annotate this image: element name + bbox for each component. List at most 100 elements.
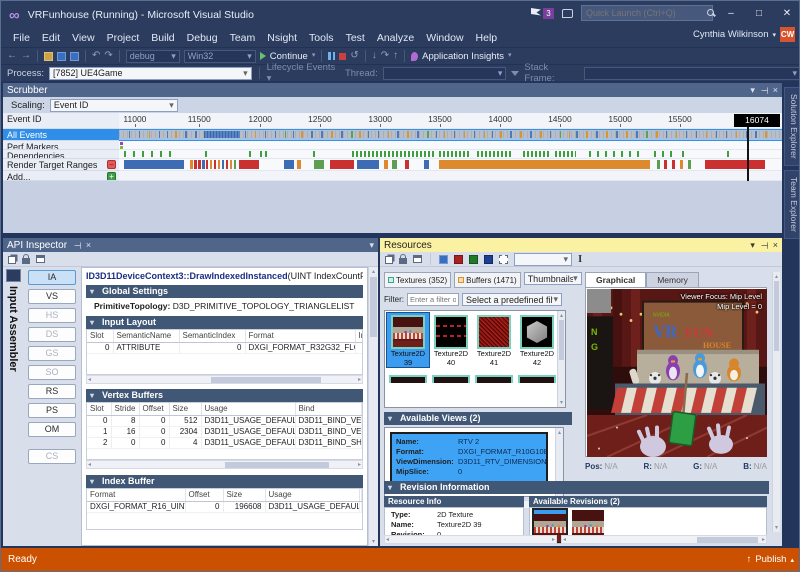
- list-vertical-scrollbar[interactable]: ▴▾: [557, 311, 565, 407]
- buffers-toggle-button[interactable]: Buffers (1471): [454, 272, 521, 288]
- texture-thumbnail-40[interactable]: Texture2D40: [430, 313, 472, 367]
- continue-button[interactable]: Continue: [270, 51, 308, 62]
- close-icon[interactable]: ×: [86, 240, 91, 251]
- vertex-buffers-table[interactable]: SlotStrideOffsetSizeUsageBind080512D3D11…: [87, 403, 362, 449]
- notifications-flag-icon[interactable]: [531, 8, 541, 18]
- user-area[interactable]: Cynthia Wilkinson ▾ CW: [693, 27, 795, 42]
- lock-icon[interactable]: [399, 258, 407, 264]
- close-button[interactable]: ✕: [777, 8, 797, 19]
- title-bar[interactable]: ∞ VRFunhouse (Running) - Microsoft Visua…: [1, 1, 800, 29]
- menu-item-nsight[interactable]: Nsight: [261, 30, 303, 46]
- input-layout-table[interactable]: SlotSemanticNameSemanticIndexFormatInput…: [87, 330, 363, 354]
- notification-count-badge[interactable]: 3: [543, 8, 554, 19]
- column-header[interactable]: Size: [169, 403, 201, 415]
- perf-markers-row[interactable]: Perf Markers: [3, 141, 782, 150]
- menu-item-window[interactable]: Window: [420, 30, 469, 46]
- mip-level-dropdown[interactable]: ▾: [514, 253, 572, 266]
- vertical-scrollbar[interactable]: ▴▾: [368, 267, 378, 546]
- resource-info-header[interactable]: Resource Info: [384, 496, 524, 507]
- side-tab-team-explorer[interactable]: Team Explorer: [784, 170, 800, 239]
- menu-item-help[interactable]: Help: [470, 30, 504, 46]
- column-header[interactable]: SemanticName: [113, 330, 179, 342]
- side-tab-solution-explorer[interactable]: Solution Explorer: [784, 87, 800, 166]
- application-insights-caret[interactable]: ▾: [508, 50, 512, 62]
- column-header[interactable]: Size: [223, 489, 265, 501]
- red-channel-icon[interactable]: [454, 255, 463, 264]
- column-header[interactable]: Slot: [87, 403, 111, 415]
- stage-button-ps[interactable]: PS: [28, 403, 76, 418]
- predefined-filter-dropdown[interactable]: Select a predefined filter▾: [462, 293, 562, 306]
- pin-icon[interactable]: ⊤: [758, 86, 769, 94]
- menu-item-build[interactable]: Build: [145, 30, 180, 46]
- render-target-ranges-row[interactable]: Render Target Ranges –: [3, 159, 782, 171]
- maximize-button[interactable]: □: [749, 8, 769, 19]
- api-inspector-title-bar[interactable]: API Inspector ⊤ × ▾: [3, 238, 378, 252]
- table-row[interactable]: 2004D3D11_USAGE_DEFAULTD3D11_BIND_SHADER…: [87, 437, 362, 448]
- add-track-button[interactable]: +: [107, 172, 116, 181]
- window-position-caret[interactable]: ▾: [750, 85, 755, 96]
- event-id-axis[interactable]: 16074 1100011500120001250013000135001400…: [119, 113, 782, 129]
- undo-icon[interactable]: ↶: [92, 50, 100, 62]
- tab-memory[interactable]: Memory: [646, 272, 699, 287]
- horizontal-scrollbar[interactable]: ◂▸: [86, 375, 363, 384]
- menu-item-file[interactable]: File: [7, 30, 36, 46]
- column-header[interactable]: Format: [245, 330, 355, 342]
- blue-channel-icon[interactable]: [484, 255, 493, 264]
- texture-thumbnail-41[interactable]: Texture2D41: [473, 313, 515, 367]
- save-resource-icon[interactable]: [439, 255, 448, 264]
- column-header[interactable]: Bind: [295, 403, 362, 415]
- save-icon[interactable]: [57, 52, 66, 61]
- quick-launch-box[interactable]: [581, 5, 713, 21]
- available-views-header[interactable]: Available Views (2): [384, 412, 572, 425]
- menu-item-team[interactable]: Team: [224, 30, 262, 46]
- window-position-caret[interactable]: ▾: [369, 240, 374, 251]
- publish-button[interactable]: ↑Publish▴: [747, 554, 794, 565]
- close-icon[interactable]: ×: [773, 240, 778, 250]
- table-row[interactable]: DXGI_FORMAT_R16_UINT0196608D3D11_USAGE_D…: [87, 501, 362, 512]
- all-events-label[interactable]: All Events: [3, 129, 119, 141]
- scaling-dropdown[interactable]: Event ID▾: [50, 99, 178, 112]
- navigate-forward-icon[interactable]: →: [21, 50, 31, 62]
- column-header[interactable]: Stride: [111, 403, 139, 415]
- menu-item-view[interactable]: View: [66, 30, 101, 46]
- revision-information-header[interactable]: Revision Information: [384, 481, 769, 494]
- stack-frame-dropdown[interactable]: ▾: [584, 67, 800, 80]
- dependencies-track[interactable]: [119, 150, 782, 159]
- stage-button-rs[interactable]: RS: [28, 384, 76, 399]
- vertex-buffers-header[interactable]: Vertex Buffers: [86, 389, 363, 402]
- avatar[interactable]: CW: [780, 27, 795, 42]
- textures-toggle-button[interactable]: Textures (352): [384, 272, 451, 288]
- close-icon[interactable]: ×: [773, 85, 778, 95]
- texture-thumbnail-39[interactable]: Texture2D39: [387, 313, 429, 367]
- graphical-viewer[interactable]: N G NVIDIA VR FUN HOUSE: [585, 287, 767, 457]
- scrubber-title-bar[interactable]: Scrubber ▾ ⊤ ×: [3, 83, 782, 97]
- tab-graphical[interactable]: Graphical: [585, 272, 646, 287]
- filter-input[interactable]: [407, 293, 459, 306]
- texture-thumbnail-42[interactable]: Texture2D42: [516, 313, 558, 367]
- current-event-box[interactable]: 16074: [734, 114, 780, 127]
- lock-icon[interactable]: [22, 258, 30, 264]
- thread-dropdown[interactable]: ▾: [383, 67, 507, 80]
- perf-markers-label[interactable]: Perf Markers: [3, 141, 119, 150]
- filter-threads-icon[interactable]: [511, 71, 519, 76]
- pin-icon[interactable]: ⊤: [758, 241, 769, 249]
- stop-debugging-icon[interactable]: [339, 53, 346, 60]
- navigate-back-icon[interactable]: ←: [7, 50, 17, 62]
- application-insights-icon[interactable]: [411, 52, 418, 61]
- perf-markers-track[interactable]: [119, 141, 782, 150]
- quick-launch-input[interactable]: [582, 8, 707, 18]
- break-all-icon[interactable]: [328, 52, 335, 60]
- step-into-icon[interactable]: ↓: [372, 50, 377, 62]
- render-target-ranges-track[interactable]: [119, 159, 782, 171]
- stage-view-icon[interactable]: [6, 269, 21, 282]
- menu-item-project[interactable]: Project: [101, 30, 146, 46]
- stage-button-om[interactable]: OM: [28, 422, 76, 437]
- copy-icon[interactable]: [385, 256, 393, 264]
- column-header[interactable]: Offset: [139, 403, 169, 415]
- add-track-row[interactable]: Add... +: [3, 171, 782, 181]
- stage-button-vs[interactable]: VS: [28, 289, 76, 304]
- continue-play-icon[interactable]: [260, 52, 266, 60]
- column-header[interactable]: InputSlot: [355, 330, 363, 342]
- horizontal-scrollbar[interactable]: ◂▸: [86, 460, 363, 469]
- global-settings-header[interactable]: Global Settings: [86, 285, 363, 298]
